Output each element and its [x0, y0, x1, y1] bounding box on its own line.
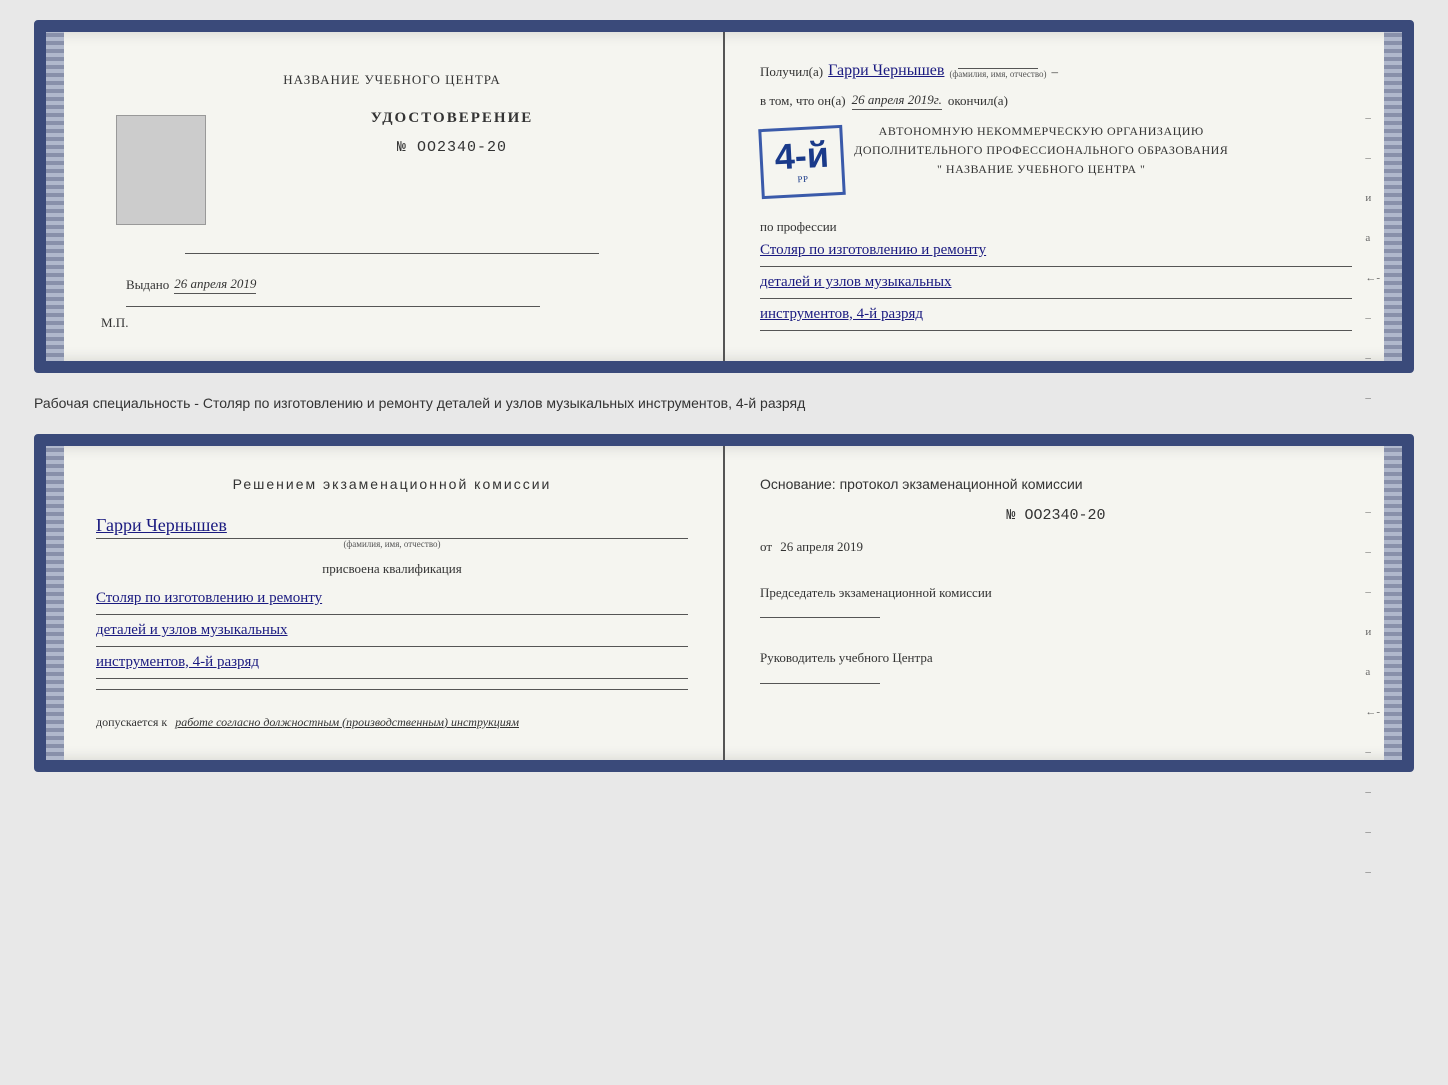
allowed-text: работе согласно должностным (производств…: [175, 715, 519, 729]
caption: Рабочая специальность - Столяр по изгото…: [34, 393, 1414, 414]
allowed-prefix: допускается к: [96, 715, 167, 729]
stamp: 4-й рр: [758, 125, 846, 199]
vtom-line: в том, что он(а) 26 апреля 2019г. окончи…: [760, 92, 1352, 110]
recipient-prefix: Получил(а): [760, 64, 823, 80]
chairman-sign-line: [760, 617, 880, 618]
profession-line3: инструментов, 4-й разряд: [760, 301, 1352, 328]
resolution-title: Решением экзаменационной комиссии: [96, 476, 688, 492]
profession-line1: Столяр по изготовлению и ремонту: [760, 237, 1352, 264]
vtom-suffix: окончил(а): [948, 93, 1008, 109]
profession-label: по профессии: [760, 219, 1352, 235]
issued-label: Выдано: [126, 277, 169, 293]
bottom-document: Решением экзаменационной комиссии Гарри …: [34, 434, 1414, 772]
cert-label: УДОСТОВЕРЕНИЕ: [371, 110, 534, 127]
top-doc-right: Получил(а) Гарри Чернышев (фамилия, имя,…: [725, 32, 1402, 361]
name-wrapper: Гарри Чернышев: [96, 515, 688, 539]
stamp-rank: 4-й: [774, 137, 830, 176]
recipient-name: Гарри Чернышев: [828, 62, 944, 80]
assigned-label: присвоена квалификация: [322, 561, 461, 577]
vtom-date: 26 апреля 2019г.: [852, 92, 942, 110]
top-document: НАЗВАНИЕ УЧЕБНОГО ЦЕНТРА УДОСТОВЕРЕНИЕ №…: [34, 20, 1414, 373]
cert-number: № OO2340-20: [397, 139, 507, 156]
top-doc-left: НАЗВАНИЕ УЧЕБНОГО ЦЕНТРА УДОСТОВЕРЕНИЕ №…: [46, 32, 725, 361]
qualification-line2: деталей и узлов музыкальных: [96, 617, 688, 644]
issued-date: 26 апреля 2019: [174, 276, 256, 294]
protocol-date: от 26 апреля 2019: [760, 539, 1352, 555]
right-strip-bottom: [1384, 446, 1402, 760]
org-block: АВТОНОМНУЮ НЕКОММЕРЧЕСКУЮ ОРГАНИЗАЦИЮ ДО…: [854, 122, 1228, 180]
stamp-line3: " НАЗВАНИЕ УЧЕБНОГО ЦЕНТРА ": [854, 160, 1228, 179]
bottom-doc-left: Решением экзаменационной комиссии Гарри …: [46, 446, 725, 760]
director-label: Руководитель учебного Центра: [760, 648, 1352, 668]
recipient-sub: (фамилия, имя, отчество): [949, 69, 1046, 80]
right-strip-top: [1384, 32, 1402, 361]
profession-line2: деталей и узлов музыкальных: [760, 269, 1352, 296]
bottom-doc-right: Основание: протокол экзаменационной коми…: [725, 446, 1402, 760]
allowed-line: допускается к работе согласно должностны…: [96, 715, 519, 730]
vtom-prefix: в том, что он(а): [760, 93, 846, 109]
qualification-line1: Столяр по изготовлению и ремонту: [96, 585, 688, 612]
protocol-number: № OO2340-20: [760, 507, 1352, 524]
director-sign-line: [760, 683, 880, 684]
chairman-label: Председатель экзаменационной комиссии: [760, 583, 1352, 603]
basis-label: Основание: протокол экзаменационной коми…: [760, 476, 1352, 492]
stamp-line2: ДОПОЛНИТЕЛЬНОГО ПРОФЕССИОНАЛЬНОГО ОБРАЗО…: [854, 141, 1228, 160]
protocol-date-value: 26 апреля 2019: [780, 539, 863, 554]
school-title: НАЗВАНИЕ УЧЕБНОГО ЦЕНТРА: [283, 72, 500, 88]
name-sub: (фамилия, имя, отчество): [96, 539, 688, 549]
director-block: Руководитель учебного Центра: [760, 648, 1352, 684]
qualification-line3: инструментов, 4-й разряд: [96, 649, 688, 676]
bottom-name: Гарри Чернышев: [96, 515, 227, 535]
stamp-line1: АВТОНОМНУЮ НЕКОММЕРЧЕСКУЮ ОРГАНИЗАЦИЮ: [854, 122, 1228, 141]
protocol-date-prefix: от: [760, 539, 772, 554]
mp-label: М.П.: [101, 315, 128, 331]
chairman-block: Председатель экзаменационной комиссии: [760, 583, 1352, 619]
photo-placeholder: [116, 115, 206, 225]
recipient-line: Получил(а) Гарри Чернышев (фамилия, имя,…: [760, 62, 1352, 80]
